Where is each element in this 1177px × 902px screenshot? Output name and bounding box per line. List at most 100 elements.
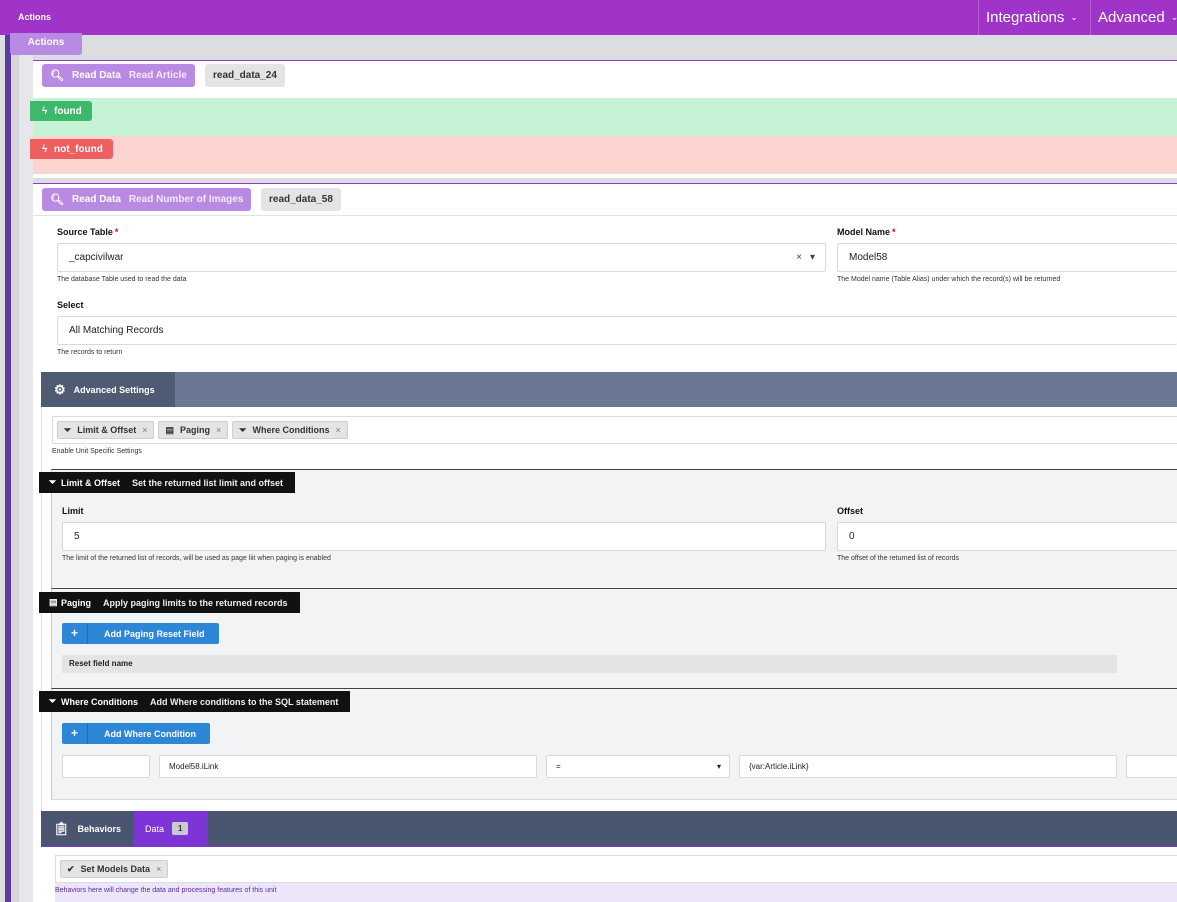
filter-icon: ⏷ (49, 477, 57, 487)
nav-advanced-label: Advanced (1098, 9, 1165, 26)
event-label: found (54, 105, 82, 117)
bolt-icon: ϟ (42, 105, 48, 117)
where-conditions-title: Where Conditions (61, 696, 138, 707)
where-conditions-header: ⏷ Where Conditions Add Where conditions … (39, 691, 351, 712)
clear-icon[interactable]: × (796, 252, 802, 263)
pill-label: Paging (180, 425, 211, 435)
offset-input[interactable]: 0 (837, 522, 1177, 551)
pill-label: Where Conditions (252, 425, 330, 435)
top-bar: Actions Integrations ⌄ Advanced ⌄ (0, 0, 1177, 35)
event-label: not_found (54, 143, 103, 155)
behaviors-pills-field[interactable]: ✔ Set Models Data × (55, 855, 1177, 883)
advanced-settings-tab[interactable]: ⚙ Advanced Settings (41, 372, 175, 407)
app-title: Actions (18, 12, 52, 22)
event-band-not-found (33, 136, 1177, 174)
chevron-down-icon: ⌄ (1171, 12, 1177, 23)
nav-integrations[interactable]: Integrations ⌄ (978, 0, 1090, 35)
chevron-down-icon: ⌄ (1070, 12, 1078, 22)
document-icon: ▤ (165, 424, 174, 435)
check-icon: ✔ (67, 863, 75, 874)
advanced-settings-bar (41, 372, 1177, 407)
pill-label: Set Models Data (80, 864, 151, 874)
where-prefix-input[interactable] (62, 755, 150, 778)
unit-name-label: Read Number of Images (128, 194, 244, 205)
behaviors-bar (41, 811, 1177, 846)
unit-type-chip[interactable]: 🔍︎ Read Data Read Article (42, 64, 195, 87)
remove-icon[interactable]: × (142, 425, 147, 435)
where-operator-value: = (556, 762, 561, 771)
model-name-label-text: Model Name (837, 227, 891, 237)
pill-where-conditions[interactable]: ⏷ Where Conditions × (232, 421, 348, 439)
unit-name-label: Read Article (128, 70, 187, 81)
clipboard-icon: 📋︎ (53, 820, 70, 836)
document-icon: ▤ (49, 597, 58, 607)
divider (33, 215, 1177, 216)
advanced-help: Enable Unit Specific Settings (52, 448, 142, 455)
where-conditions-subtitle: Add Where conditions to the SQL statemen… (150, 696, 339, 707)
behaviors-data-tab[interactable]: Data 1 (134, 811, 208, 846)
remove-icon[interactable]: × (216, 425, 221, 435)
advanced-pills-field[interactable]: ⏷ Limit & Offset × ▤ Paging × ⏷ Where Conditi… (52, 416, 1177, 444)
chevron-down-icon: ▾ (716, 762, 721, 771)
plus-icon: + (62, 623, 88, 644)
limit-offset-title: Limit & Offset (61, 477, 121, 488)
pill-set-models-data[interactable]: ✔ Set Models Data × (60, 860, 169, 878)
where-suffix-input[interactable] (1126, 755, 1177, 778)
behaviors-tab[interactable]: 📋︎ Behaviors (53, 811, 121, 846)
nav-advanced[interactable]: Advanced ⌄ (1090, 0, 1177, 35)
pill-limit-offset[interactable]: ⏷ Limit & Offset × (57, 421, 155, 439)
limit-offset-header: ⏷ Limit & Offset Set the returned list l… (39, 472, 296, 493)
filter-icon: ⏷ (239, 424, 247, 435)
where-operator-select[interactable]: = ▾ (546, 755, 730, 778)
pill-paging[interactable]: ▤ Paging × (158, 421, 229, 439)
where-field-input[interactable]: Model58.iLink (159, 755, 537, 778)
unit-type-label: Read Data (71, 70, 121, 81)
filter-icon: ⏷ (64, 424, 72, 435)
model-name-input[interactable]: Model58 (837, 243, 1177, 272)
advanced-settings-title: Advanced Settings (73, 384, 155, 395)
remove-icon[interactable]: × (335, 425, 340, 435)
behaviors-title: Behaviors (77, 823, 122, 834)
source-table-select[interactable]: _capcivilwar × ▾ (57, 243, 826, 272)
data-tab-count: 1 (172, 822, 189, 835)
reset-field-name-column: Reset field name (62, 655, 1117, 673)
limit-offset-subtitle: Set the returned list limit and offset (132, 477, 284, 488)
gear-icon: ⚙ (54, 381, 66, 397)
offset-help: The offset of the returned list of recor… (837, 555, 960, 562)
offset-label: Offset (837, 506, 864, 516)
search-icon: 🔍︎ (50, 70, 64, 82)
select-records-dropdown[interactable]: All Matching Records (57, 316, 1177, 345)
left-stripe-inner (11, 55, 19, 902)
add-paging-reset-field-button[interactable]: + Add Paging Reset Field (62, 623, 219, 644)
required-mark: * (892, 227, 896, 237)
select-help: The records to return (57, 349, 123, 356)
event-band-found (33, 98, 1177, 136)
limit-input[interactable]: 5 (62, 522, 826, 551)
required-mark: * (114, 227, 119, 237)
select-label: Select (57, 300, 84, 310)
actions-tab[interactable]: Actions (10, 33, 82, 55)
unit-id-chip: read_data_58 (261, 188, 341, 211)
where-value-input[interactable]: {var:Article.iLink} (739, 755, 1117, 778)
nav-integrations-label: Integrations (986, 9, 1065, 26)
add-where-condition-button[interactable]: + Add Where Condition (62, 723, 210, 744)
unit-type-chip[interactable]: 🔍︎ Read Data Read Number of Images (42, 188, 252, 211)
unit-id-chip: read_data_24 (205, 64, 285, 87)
unit-type-label: Read Data (71, 194, 121, 205)
behaviors-help: Behaviors here will change the data and … (55, 887, 277, 894)
bolt-icon: ϟ (42, 143, 48, 155)
data-tab-label: Data (145, 823, 165, 834)
source-table-value: _capcivilwar (69, 252, 124, 263)
add-paging-reset-field-label: Add Paging Reset Field (104, 628, 205, 639)
filter-icon: ⏷ (49, 696, 57, 706)
paging-title: Paging (61, 597, 92, 608)
remove-icon[interactable]: × (156, 864, 161, 874)
pill-label: Limit & Offset (77, 425, 137, 435)
paging-header: ▤ Paging Apply paging limits to the retu… (39, 592, 300, 613)
event-tag-not-found[interactable]: ϟ not_found (30, 139, 113, 159)
plus-icon: + (62, 723, 88, 744)
source-table-help: The database Table used to read the data (57, 276, 187, 283)
event-tag-found[interactable]: ϟ found (30, 101, 92, 121)
chevron-down-icon[interactable]: ▾ (810, 252, 815, 263)
model-name-help: The Model name (Table Alias) under which… (837, 276, 1061, 283)
